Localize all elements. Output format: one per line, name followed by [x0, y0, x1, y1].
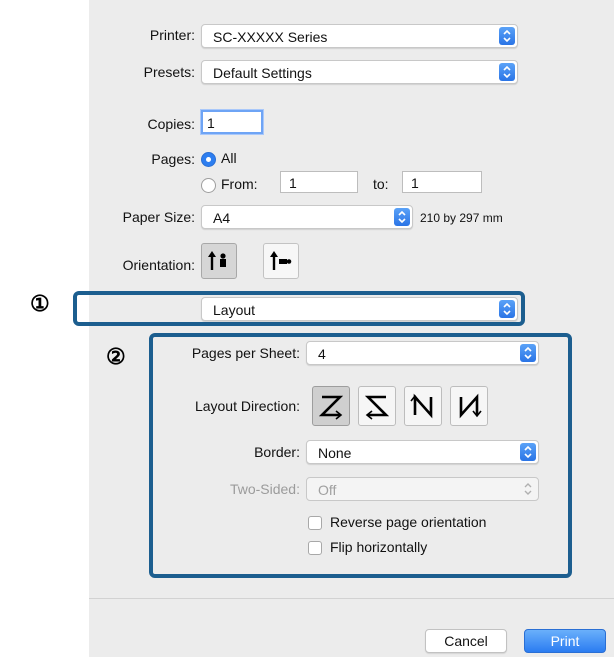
direction-n-button[interactable]: [450, 386, 488, 426]
layout-direction-label: Layout Direction:: [194, 398, 300, 414]
reverse-orientation-label: Reverse page orientation: [330, 514, 487, 530]
printer-popup[interactable]: SC-XXXXX Series: [201, 24, 518, 48]
direction-n-icon: [459, 393, 482, 419]
pages-per-sheet-label: Pages per Sheet:: [191, 345, 300, 361]
section-popup-value: Layout: [213, 302, 256, 318]
portrait-icon: [208, 251, 226, 270]
direction-n-reverse-button[interactable]: [404, 386, 442, 426]
popup-arrows-icon: [520, 480, 536, 498]
cancel-button[interactable]: Cancel: [425, 629, 507, 653]
two-sided-popup: Off: [306, 477, 539, 501]
pages-from-radio[interactable]: [201, 178, 216, 193]
footer-divider: [89, 598, 614, 599]
popup-arrows-icon: [499, 63, 515, 81]
paper-size-value: A4: [213, 210, 231, 226]
copies-value: 1: [207, 115, 215, 131]
border-popup[interactable]: None: [306, 440, 539, 464]
section-popup[interactable]: Layout: [201, 297, 518, 321]
pages-from-label: From:: [221, 176, 258, 192]
copies-label: Copies:: [147, 116, 195, 132]
printer-label: Printer:: [149, 27, 195, 43]
border-label: Border:: [254, 444, 300, 460]
orientation-label: Orientation:: [122, 257, 195, 273]
presets-label: Presets:: [143, 64, 195, 80]
popup-arrows-icon: [499, 300, 515, 318]
pages-all-radio[interactable]: [201, 152, 216, 167]
portrait-orientation-button[interactable]: [201, 243, 237, 279]
pages-label: Pages:: [151, 151, 195, 167]
direction-z-button[interactable]: [312, 386, 350, 426]
landscape-orientation-button[interactable]: [263, 243, 299, 279]
flip-horizontally-checkbox[interactable]: [308, 541, 322, 555]
popup-arrows-icon: [499, 27, 515, 45]
print-button[interactable]: Print: [524, 629, 606, 653]
pages-from-value: 1: [289, 175, 297, 191]
callout-2: ②: [106, 344, 126, 369]
printer-value: SC-XXXXX Series: [213, 29, 328, 45]
pages-to-field[interactable]: 1: [402, 171, 482, 193]
pages-all-label: All: [221, 150, 237, 166]
callout-1: ①: [30, 291, 50, 316]
flip-horizontally-label: Flip horizontally: [330, 539, 428, 555]
two-sided-value: Off: [318, 482, 337, 498]
copies-field[interactable]: 1: [201, 110, 263, 134]
direction-s-button[interactable]: [358, 386, 396, 426]
popup-arrows-icon: [394, 208, 410, 226]
border-value: None: [318, 445, 352, 461]
direction-n-reverse-icon: [410, 393, 433, 419]
popup-arrows-icon: [520, 443, 536, 461]
pages-per-sheet-value: 4: [318, 346, 326, 362]
presets-value: Default Settings: [213, 65, 312, 81]
pages-to-label: to:: [373, 176, 389, 192]
presets-popup[interactable]: Default Settings: [201, 60, 518, 84]
paper-size-popup[interactable]: A4: [201, 205, 413, 229]
two-sided-label: Two-Sided:: [229, 481, 300, 497]
pages-per-sheet-popup[interactable]: 4: [306, 341, 539, 365]
landscape-icon: [270, 251, 292, 270]
direction-s-icon: [364, 395, 390, 420]
paper-dimensions: 210 by 297 mm: [420, 211, 503, 225]
popup-arrows-icon: [520, 344, 536, 362]
reverse-orientation-checkbox[interactable]: [308, 516, 322, 530]
pages-to-value: 1: [411, 175, 419, 191]
direction-z-icon: [318, 395, 344, 420]
pages-from-field[interactable]: 1: [280, 171, 358, 193]
paper-size-label: Paper Size:: [122, 209, 195, 225]
